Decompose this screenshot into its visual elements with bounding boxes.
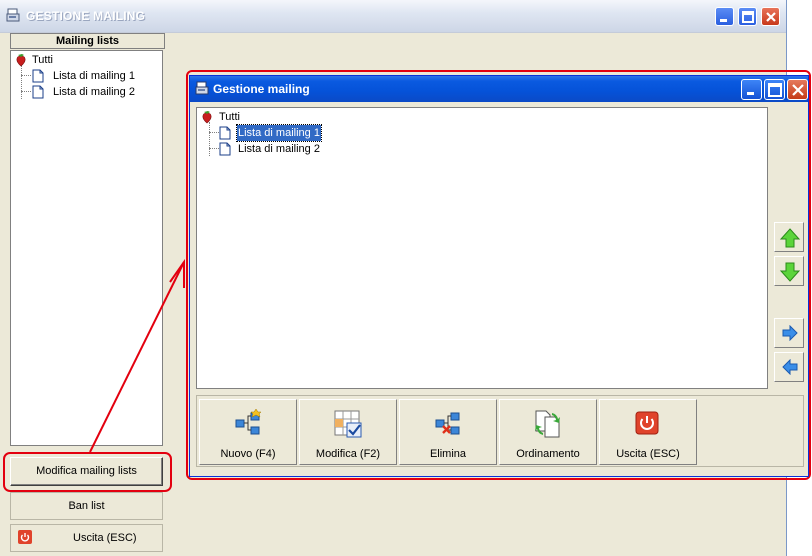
tree-node-label: Tutti [219,111,240,123]
dialog-maximize-button[interactable] [764,79,785,100]
tree-line [209,122,210,156]
strawberry-icon [202,111,212,124]
elimina-label: Elimina [429,448,467,460]
tree-line [209,132,219,133]
minimize-icon [747,92,754,95]
dialog-close-button[interactable] [787,79,808,100]
arrow-down-icon [779,262,801,282]
document-icon [219,126,231,140]
dialog-minimize-button[interactable] [741,79,762,100]
dialog-titlebar[interactable]: Gestione mailing [190,76,808,102]
move-right-button[interactable] [774,318,804,348]
dialog-title: Gestione mailing [213,82,310,96]
delete-node-icon [435,412,460,435]
document-icon [219,142,231,156]
move-up-button[interactable] [774,222,804,252]
elimina-button[interactable]: Elimina [399,399,497,465]
arrow-right-icon [782,325,798,341]
app-icon [195,81,209,95]
sort-pages-icon [535,410,560,438]
tree-node-label-selected: Lista di mailing 1 [236,124,322,142]
modifica-label: Modifica (F2) [315,448,381,460]
uscita-button[interactable]: Uscita (ESC) [599,399,697,465]
move-down-button[interactable] [774,256,804,286]
dialog-toolbar: Nuovo (F4) Modifica (F2) Elimina Ordinam… [196,395,804,467]
nuovo-label: Nuovo (F4) [220,448,276,460]
maximize-icon [768,83,782,97]
gestione-mailing-dialog: Gestione mailing Tutti Lista di mailing … [189,75,809,477]
arrow-left-icon [782,359,798,375]
new-node-icon [235,409,262,435]
arrow-up-icon [779,228,801,248]
uscita-label: Uscita (ESC) [616,448,680,460]
modifica-button[interactable]: Modifica (F2) [299,399,397,465]
close-icon [792,84,804,96]
ordinamento-button[interactable]: Ordinamento [499,399,597,465]
edit-grid-icon [334,410,362,438]
ordinamento-label: Ordinamento [516,448,580,460]
move-left-button[interactable] [774,352,804,382]
tree-node-label: Lista di mailing 2 [238,143,320,155]
power-icon [635,411,659,435]
dialog-tree[interactable]: Tutti Lista di mailing 1 Lista di mailin… [196,107,768,389]
tree-line [209,148,219,149]
nuovo-button[interactable]: Nuovo (F4) [199,399,297,465]
